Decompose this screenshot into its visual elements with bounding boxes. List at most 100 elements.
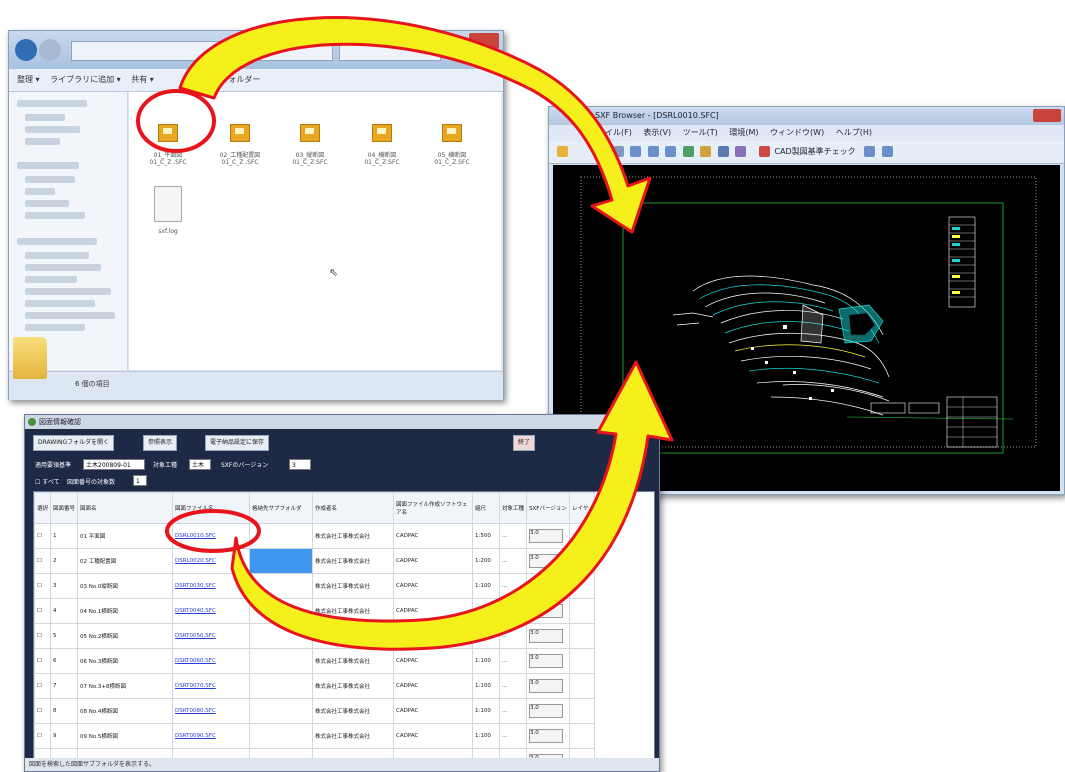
menu-view[interactable]: 表示(V) — [643, 128, 671, 137]
drawing-file-link[interactable]: DSRT0090.SFC — [172, 723, 251, 749]
address-bar[interactable] — [71, 41, 333, 61]
drawing-file-link[interactable]: DSRL0020.SFC — [172, 548, 251, 574]
sxf-version-dropdown[interactable]: 3.0 — [526, 598, 571, 624]
row-checkbox[interactable]: ☐ — [34, 573, 52, 599]
open-drawing-folder-button[interactable]: DRAWINGフォルダを開く — [33, 435, 115, 451]
exit-button[interactable]: 終了 — [513, 435, 536, 451]
author-cell: 株式会社工事株式会社 — [312, 548, 395, 574]
manager-titlebar: 図面情報確認 — [25, 415, 659, 429]
scale-cell: 1:100 — [472, 673, 501, 699]
close-button[interactable] — [1033, 109, 1061, 122]
cell-text: CADPAC — [396, 533, 419, 539]
grid-icon[interactable] — [717, 146, 729, 157]
toolbar-new-folder[interactable]: 新しいフォルダー — [196, 75, 260, 84]
layer-icon[interactable] — [700, 146, 712, 157]
software-cell: CADPAC — [393, 598, 474, 624]
sfc-file-icon — [442, 124, 462, 142]
open-icon[interactable] — [557, 146, 568, 157]
table-row[interactable]: ☐ 2 02 工種配置図 DSRL0020.SFC 株式会社工事株式会社 CADPAC 1:… — [34, 548, 596, 574]
cell-text: 1:100 — [475, 658, 491, 664]
cell-text: 株式会社工事株式会社 — [315, 709, 371, 715]
cell-text: CADPAC — [396, 558, 419, 564]
drawing-table: 選択 図面番号 図面名 図面ファイル名 格納先サブフォルダ 作成者名 図面ファイ… — [33, 491, 655, 759]
cell-text: DSRT0060.SFC — [175, 658, 216, 664]
zoom-out-icon[interactable] — [647, 146, 659, 157]
table-row[interactable]: ☐ 3 03 No.0縦断図 DSRT0030.SFC 株式会社工事株式会社 CADPAC… — [34, 573, 596, 599]
sxf-version-dropdown[interactable]: 3.0 — [526, 698, 571, 724]
sxf-version-dropdown[interactable]: 3.0 — [526, 723, 571, 749]
zoom-fit-icon[interactable] — [665, 146, 677, 157]
log-file-item[interactable]: sxf.log — [137, 182, 199, 252]
toolbar-organize[interactable]: 整理 ▾ — [17, 75, 40, 84]
row-checkbox[interactable]: ☐ — [34, 523, 52, 549]
drawing-file-link[interactable]: DSRT0080.SFC — [172, 698, 251, 724]
cell-text: CADPAC — [396, 658, 419, 664]
sxf-version-dropdown[interactable]: 3.0 — [526, 548, 571, 574]
drawing-file-link[interactable]: DSRL0010.SFC — [172, 523, 251, 549]
button-label: 電子納品設定に保存 — [210, 439, 265, 446]
table-row[interactable]: ☐ 5 05 No.2横断図 DSRT0050.SFC 株式会社工事株式会社 CADPAC… — [34, 623, 596, 649]
table-row[interactable]: ☐ 7 07 No.3+8横断図 DSRT0070.SFC 株式会社工事株式会社 CADP… — [34, 673, 596, 699]
forward-button[interactable] — [39, 39, 61, 61]
toolbar-share[interactable]: 共有 ▾ — [131, 75, 154, 84]
drawing-file-link[interactable]: DSRT0030.SFC — [172, 573, 251, 599]
sxf-version-dropdown[interactable]: 3.0 — [526, 648, 571, 674]
sfc-file-icon — [230, 124, 250, 142]
sxf-version-dropdown[interactable]: 3.0 — [526, 623, 571, 649]
work-type-field[interactable]: 土木 — [189, 459, 211, 470]
drawing-file-link[interactable]: DSRT0060.SFC — [172, 648, 251, 674]
drawing-file-link[interactable]: DSRT0050.SFC — [172, 623, 251, 649]
sxf-version-field[interactable]: 3 — [289, 459, 311, 470]
folder-icon — [13, 337, 47, 379]
menu-tools[interactable]: ツール(T) — [683, 128, 718, 137]
menu-environment[interactable]: 環境(M) — [729, 128, 758, 137]
table-row[interactable]: ☐ 8 08 No.4横断図 DSRT0080.SFC 株式会社工事株式会社 CADPAC… — [34, 698, 596, 724]
menu-help[interactable]: ヘルプ(H) — [836, 128, 872, 137]
cell-text: 株式会社工事株式会社 — [315, 559, 371, 565]
save-settings-button[interactable]: 電子納品設定に保存 — [205, 435, 270, 451]
sxf-version-dropdown[interactable]: 3.0 — [526, 523, 571, 549]
author-cell: 株式会社工事株式会社 — [312, 648, 395, 674]
browse-button[interactable]: 参照表示 — [143, 435, 178, 451]
table-row[interactable]: ☐ 9 09 No.5横断図 DSRT0090.SFC 株式会社工事株式会社 CADPAC… — [34, 723, 596, 749]
row-checkbox[interactable]: ☐ — [34, 723, 52, 749]
page-filter-field[interactable]: 1 — [133, 475, 147, 486]
table-row[interactable]: ☐ 1 01 平面図 DSRL0010.SFC 株式会社工事株式会社 CADPAC 1:50… — [34, 523, 596, 549]
file-item[interactable]: 01_平面図 01_C_Z .SFC — [137, 110, 199, 180]
table-row[interactable]: ☐ 4 04 No.1横断図 DSRT0040.SFC 株式会社工事株式会社 CADPAC… — [34, 598, 596, 624]
settings-icon[interactable] — [864, 146, 876, 157]
help-icon[interactable] — [881, 146, 893, 157]
row-checkbox[interactable]: ☐ — [34, 598, 52, 624]
row-checkbox[interactable]: ☐ — [34, 648, 52, 674]
cad-standard-field[interactable]: 土木200809-01 — [83, 459, 145, 470]
sxf-version-dropdown[interactable]: 3.0 — [526, 673, 571, 699]
drawing-file-link[interactable]: DSRT0070.SFC — [172, 673, 251, 699]
pan-icon[interactable] — [682, 146, 694, 157]
row-checkbox[interactable]: ☐ — [34, 623, 52, 649]
file-item[interactable]: 05_横断図 01_C_Z.SFC — [421, 110, 483, 180]
select-all-checkbox[interactable]: ☐ すべて — [35, 477, 60, 486]
software-cell: CADPAC — [393, 573, 474, 599]
row-checkbox[interactable]: ☐ — [34, 698, 52, 724]
file-item[interactable]: 04_横断図 01_C_Z.SFC — [351, 110, 413, 180]
file-item[interactable]: 02_工種配置図 01_C_Z .SFC — [209, 110, 271, 180]
back-button[interactable] — [15, 39, 37, 61]
menu-window[interactable]: ウィンドウ(W) — [770, 128, 824, 137]
search-input[interactable] — [339, 41, 441, 61]
row-checkbox[interactable]: ☐ — [34, 548, 52, 574]
toolbar-add-library[interactable]: ライブラリに追加 ▾ — [50, 75, 121, 84]
cell-text: 株式会社工事株式会社 — [315, 659, 371, 665]
layer-cell — [569, 673, 596, 699]
column-header: 図面名 — [77, 492, 174, 524]
print-icon[interactable] — [612, 146, 624, 157]
menu-file[interactable]: ファイル(F) — [589, 128, 632, 137]
row-checkbox[interactable]: ☐ — [34, 673, 52, 699]
zoom-in-icon[interactable] — [630, 146, 642, 157]
measure-icon[interactable] — [735, 146, 747, 157]
file-item[interactable]: 03_縦断図 01_C_Z.SFC — [279, 110, 341, 180]
close-button[interactable] — [469, 33, 499, 49]
cad-check-button[interactable]: CAD製図基準チェック — [774, 147, 855, 156]
table-row[interactable]: ☐ 6 06 No.3横断図 DSRT0060.SFC 株式会社工事株式会社 CADPAC… — [34, 648, 596, 674]
drawing-file-link[interactable]: DSRT0040.SFC — [172, 598, 251, 624]
sxf-version-dropdown[interactable]: 3.0 — [526, 573, 571, 599]
